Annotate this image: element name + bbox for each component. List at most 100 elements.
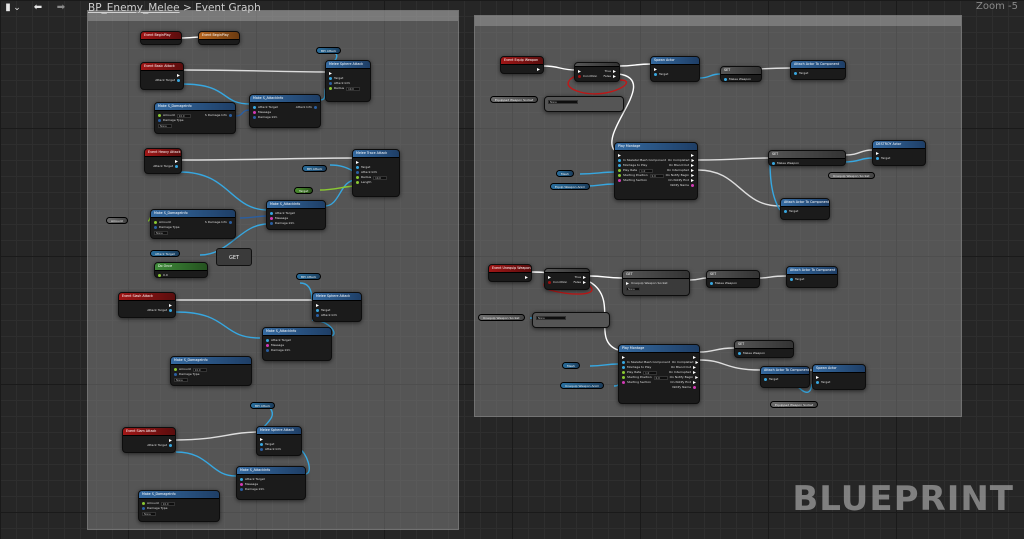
attach-actor-node-2[interactable]: Attach Actor To Component Target bbox=[780, 198, 830, 220]
exec-pin[interactable] bbox=[169, 439, 172, 442]
get-weapon-node[interactable]: GET Unequip Weapon Socket None bbox=[622, 270, 690, 296]
damage-type-select[interactable]: None bbox=[142, 511, 156, 516]
bpi-attack-var-2[interactable]: BPI Attack bbox=[302, 165, 328, 172]
struct-pin[interactable] bbox=[266, 349, 269, 352]
event-slam-attack-node[interactable]: Event Slam Attack Attack Target bbox=[122, 427, 176, 453]
event-beginplay-node[interactable]: Event BeginPlay bbox=[140, 31, 182, 45]
spawn-actor-node-2[interactable]: Spawn Actor Target bbox=[812, 364, 866, 390]
amount-field[interactable]: 10.0 bbox=[160, 501, 175, 506]
object-pin[interactable] bbox=[169, 444, 172, 447]
back-arrow-icon[interactable]: ⬅ bbox=[30, 1, 46, 15]
exec-pin[interactable] bbox=[691, 179, 694, 182]
object-pin[interactable] bbox=[329, 77, 332, 80]
socket-select[interactable]: None bbox=[548, 99, 578, 104]
exec-pin[interactable] bbox=[691, 169, 694, 172]
melee-sphere-attack-node-2[interactable]: Melee Sphere Attack Target Attack Info bbox=[312, 292, 362, 322]
set-weapon-node-4[interactable]: SET Melee Weapon bbox=[734, 340, 794, 358]
name-pin[interactable] bbox=[618, 179, 621, 182]
damage-type-select[interactable]: None bbox=[154, 230, 168, 235]
melee-trace-attack-node[interactable]: Melee Trace Attack Target Attack Info Ra… bbox=[352, 149, 400, 197]
object-pin[interactable] bbox=[266, 339, 269, 342]
exec-pin[interactable] bbox=[691, 164, 694, 167]
exec-pin[interactable] bbox=[626, 282, 629, 285]
name-pin[interactable] bbox=[691, 184, 694, 187]
float-var-node[interactable]: Target bbox=[294, 187, 314, 194]
object-pin[interactable] bbox=[316, 309, 319, 312]
exec-pin[interactable] bbox=[613, 75, 616, 78]
weapon-select[interactable]: None bbox=[626, 286, 640, 291]
float-pin[interactable] bbox=[618, 169, 621, 172]
starting-position-field[interactable]: 0.0 bbox=[649, 173, 664, 178]
unequip-socket-var-2[interactable]: Unequip Weapon Socket bbox=[478, 314, 525, 321]
struct-pin[interactable] bbox=[240, 488, 243, 491]
bool-pin[interactable] bbox=[578, 75, 581, 78]
float-pin[interactable] bbox=[356, 176, 359, 179]
bool-pin[interactable] bbox=[548, 281, 551, 284]
object-pin[interactable] bbox=[738, 352, 741, 355]
event-equip-weapon-node[interactable]: Event Equip Weapon bbox=[500, 56, 544, 74]
object-pin[interactable] bbox=[876, 157, 879, 160]
exec-pin[interactable] bbox=[622, 356, 625, 359]
object-pin[interactable] bbox=[790, 278, 793, 281]
set-weapon-node-3[interactable]: SET Melee Weapon bbox=[706, 270, 760, 288]
exec-pin[interactable] bbox=[695, 376, 699, 379]
play-montage-node-2[interactable]: Play Montage In Skeletal Mesh Component O… bbox=[618, 344, 700, 404]
exec-pin[interactable] bbox=[329, 72, 332, 75]
attach-actor-node-1[interactable]: Attach Actor To Component Target bbox=[790, 60, 846, 80]
object-pin[interactable] bbox=[618, 164, 621, 167]
string-pin[interactable] bbox=[266, 344, 269, 347]
struct-pin[interactable] bbox=[260, 448, 263, 451]
exec-pin[interactable] bbox=[260, 438, 263, 441]
float-pin[interactable] bbox=[154, 221, 157, 224]
object-pin[interactable] bbox=[356, 166, 359, 169]
exec-pin[interactable] bbox=[693, 356, 696, 359]
damage-type-select[interactable]: None bbox=[174, 377, 188, 382]
object-pin[interactable] bbox=[794, 72, 797, 75]
object-pin[interactable] bbox=[710, 282, 713, 285]
struct-pin[interactable] bbox=[316, 314, 319, 317]
play-rate-field[interactable]: 1.0 bbox=[639, 168, 654, 173]
bpi-attack-var-3[interactable]: BPI Attack bbox=[296, 273, 322, 280]
play-rate-field[interactable]: 1.0 bbox=[643, 370, 658, 375]
object-pin[interactable] bbox=[240, 478, 243, 481]
float-pin[interactable] bbox=[158, 114, 161, 117]
attach-actor-node-4[interactable]: Attach Actor To Component Target bbox=[760, 366, 810, 388]
exec-pin[interactable] bbox=[695, 361, 699, 364]
exec-pin[interactable] bbox=[578, 70, 581, 73]
exec-pin[interactable] bbox=[876, 152, 879, 155]
float-pin[interactable] bbox=[622, 371, 625, 374]
mesh-var-2[interactable]: Mesh bbox=[562, 362, 580, 369]
float-pin[interactable] bbox=[356, 181, 359, 184]
get-array-node[interactable]: GET bbox=[216, 248, 252, 266]
destroy-actor-node[interactable]: DESTROY Actor Target bbox=[872, 140, 926, 166]
float-pin[interactable] bbox=[174, 368, 177, 371]
melee-sphere-attack-node[interactable]: Melee Sphere Attack Target Attack Info R… bbox=[325, 60, 371, 102]
equip-montage-var[interactable]: Equip Weapon Anim bbox=[550, 183, 591, 190]
exec-pin[interactable] bbox=[548, 276, 551, 279]
float-pin[interactable] bbox=[618, 174, 621, 177]
chevron-down-icon[interactable]: ⌄ bbox=[12, 1, 22, 15]
enum-pin[interactable] bbox=[154, 226, 157, 229]
exec-pin[interactable] bbox=[175, 160, 178, 163]
socket-select-node[interactable]: None bbox=[544, 96, 624, 112]
equipped-socket-var[interactable]: Equipped Weapon Socket bbox=[490, 96, 539, 103]
starting-position-field[interactable]: 0.0 bbox=[653, 375, 668, 380]
object-pin[interactable] bbox=[654, 73, 657, 76]
socket-select-node-2[interactable]: None bbox=[532, 312, 610, 328]
enum-pin[interactable] bbox=[158, 119, 161, 122]
exec-pin[interactable] bbox=[693, 371, 696, 374]
string-pin[interactable] bbox=[270, 217, 273, 220]
exec-pin[interactable] bbox=[316, 304, 319, 307]
radius-field[interactable]: 10.0 bbox=[346, 86, 361, 91]
object-pin[interactable] bbox=[772, 162, 775, 165]
make-attack-info-node-4[interactable]: Make S_AttackInfo Attack Target Message … bbox=[236, 466, 306, 500]
make-damage-info-node-4[interactable]: Make S_DamageInfo Amount 10.0 Damage Type… bbox=[138, 490, 220, 522]
float-pin[interactable] bbox=[329, 87, 332, 90]
struct-pin[interactable] bbox=[253, 116, 256, 119]
unequip-montage-var[interactable]: Unequip Weapon Anim bbox=[560, 382, 605, 389]
comment-title[interactable] bbox=[475, 16, 961, 26]
make-damage-info-node-3[interactable]: Make S_DamageInfo Amount 10.0 Damage Type… bbox=[170, 356, 252, 386]
amount-field[interactable]: 10.0 bbox=[176, 113, 191, 118]
object-pin[interactable] bbox=[177, 79, 180, 82]
melee-sphere-attack-node-3[interactable]: Melee Sphere Attack Target Attack Info bbox=[256, 426, 302, 456]
